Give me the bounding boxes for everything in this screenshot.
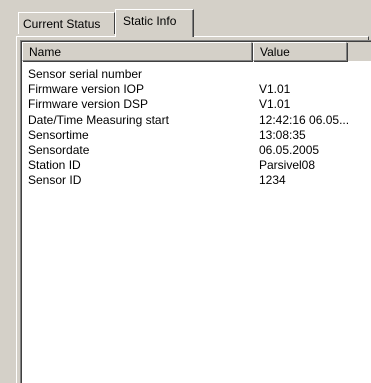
list-item[interactable]: Sensortime 13:08:35 bbox=[26, 128, 371, 143]
tab-static-info[interactable]: Static Info bbox=[115, 9, 194, 37]
item-name: Firmware version IOP bbox=[28, 82, 145, 97]
list-header: Name Value bbox=[22, 42, 371, 61]
list-item[interactable]: Firmware version DSP V1.01 bbox=[26, 97, 371, 112]
item-value: 13:08:35 bbox=[259, 127, 306, 142]
item-name: Sensordate bbox=[28, 142, 90, 157]
item-value: 1234 bbox=[259, 173, 286, 188]
tab-current-status-label: Current Status bbox=[23, 17, 101, 31]
column-header-name-label: Name bbox=[29, 45, 62, 59]
item-value: Parsivel08 bbox=[259, 158, 316, 173]
item-name: Sensor serial number bbox=[28, 67, 143, 81]
tab-static-info-label: Static Info bbox=[123, 14, 177, 28]
item-name: Sensortime bbox=[28, 127, 89, 142]
list-item[interactable]: Sensor ID 1234 bbox=[26, 173, 371, 188]
item-name: Date/Time Measuring start bbox=[28, 112, 169, 127]
tab-current-status[interactable]: Current Status bbox=[18, 12, 115, 34]
item-value: V1.01 bbox=[259, 97, 291, 112]
list-item[interactable]: Date/Time Measuring start 12:42:16 06.05… bbox=[26, 113, 371, 128]
column-header-value-label: Value bbox=[260, 45, 290, 59]
item-name: Firmware version DSP bbox=[28, 97, 149, 112]
static-info-list[interactable]: Name Value Sensor serial number Firmware… bbox=[20, 40, 371, 383]
item-value: V1.01 bbox=[259, 82, 291, 97]
column-header-value[interactable]: Value bbox=[253, 42, 347, 61]
item-value: 12:42:16 06.05... bbox=[259, 112, 350, 127]
item-name: Station ID bbox=[28, 158, 81, 173]
item-name: Sensor ID bbox=[28, 173, 82, 188]
list-item[interactable]: Firmware version IOP V1.01 bbox=[26, 82, 371, 97]
list-item[interactable]: Sensor serial number bbox=[26, 67, 371, 82]
column-header-name[interactable]: Name bbox=[22, 42, 252, 61]
list-item[interactable]: Station ID Parsivel08 bbox=[26, 158, 371, 173]
item-value: 06.05.2005 bbox=[259, 142, 320, 157]
list-item[interactable]: Sensordate 06.05.2005 bbox=[26, 143, 371, 158]
list-rows: Sensor serial number Firmware version IO… bbox=[26, 67, 371, 189]
